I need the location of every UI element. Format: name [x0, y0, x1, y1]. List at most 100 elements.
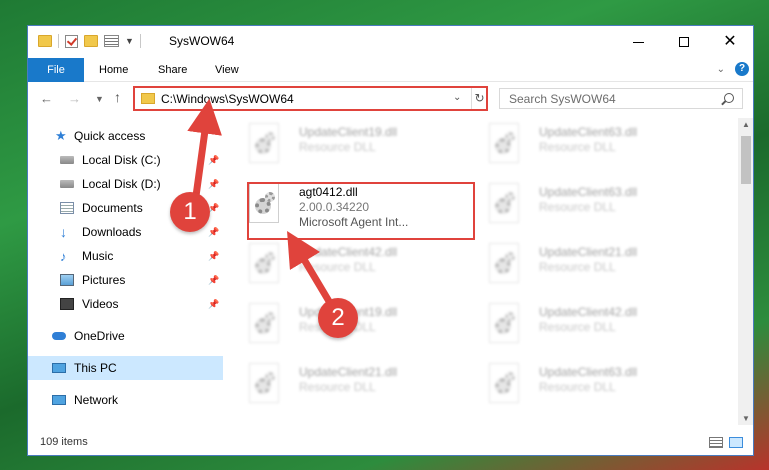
sidebar-item-label: Downloads: [82, 225, 142, 239]
file-item[interactable]: UpdateClient63.dll Resource DLL: [473, 358, 698, 410]
gear-icon: [505, 372, 515, 382]
minimize-icon: [632, 41, 644, 43]
divider: [58, 34, 59, 48]
pin-icon[interactable]: 📌: [208, 275, 219, 286]
address-bar[interactable]: C:\Windows\SysWOW64 ⌄ ↻: [133, 86, 488, 111]
gear-icon: [265, 132, 275, 142]
explorer-window: ▼ SysWOW64 ✕ File Home Share View ⌄ ? ← …: [27, 25, 754, 456]
navigation-pane: ★ Quick access Local Disk (C:) 📌 Local D…: [28, 118, 223, 428]
ribbon-right: ⌄ ?: [717, 62, 749, 76]
disk-icon: [60, 156, 74, 164]
file-name: UpdateClient21.dll: [299, 365, 398, 379]
file-item[interactable]: UpdateClient21.dll Resource DLL: [233, 358, 458, 410]
file-item[interactable]: UpdateClient19.dll Resource DLL: [233, 118, 458, 170]
tab-share[interactable]: Share: [158, 58, 187, 82]
file-name: UpdateClient21.dll: [539, 245, 638, 259]
sidebar-item-label: Local Disk (D:): [82, 177, 161, 191]
gear-icon: [265, 312, 275, 322]
file-type: Resource DLL: [299, 260, 376, 274]
dll-file-icon: [489, 183, 519, 223]
properties-icon[interactable]: [104, 35, 119, 47]
forward-arrow-icon[interactable]: →: [68, 91, 81, 106]
window-controls: ✕: [615, 26, 753, 58]
sidebar-item-label: Videos: [82, 297, 119, 311]
tiles-view-icon[interactable]: [729, 437, 743, 448]
quick-access-toolbar: ▼: [38, 34, 141, 48]
annotation-callout-1: 1: [170, 192, 210, 232]
pin-icon[interactable]: 📌: [208, 179, 219, 190]
file-type: Resource DLL: [539, 380, 616, 394]
tab-home[interactable]: Home: [99, 58, 128, 82]
search-input[interactable]: Search SysWOW64: [499, 88, 743, 109]
expand-ribbon-chevron-icon[interactable]: ⌄: [717, 64, 725, 75]
pin-icon[interactable]: 📌: [208, 299, 219, 310]
download-icon: ↓: [60, 224, 67, 240]
gear-icon: [505, 252, 515, 262]
scroll-down-icon[interactable]: ▼: [742, 414, 750, 423]
refresh-icon[interactable]: ↻: [471, 88, 487, 109]
file-item[interactable]: UpdateClient42.dll Resource DLL: [473, 298, 698, 350]
sidebar-item-pictures[interactable]: Pictures 📌: [28, 268, 223, 292]
search-placeholder: Search SysWOW64: [509, 92, 616, 106]
pin-icon[interactable]: 📌: [208, 155, 219, 166]
gear-icon: [505, 192, 515, 202]
sidebar-item-label: Local Disk (C:): [82, 153, 161, 167]
help-icon[interactable]: ?: [735, 62, 749, 76]
sidebar-item-music[interactable]: ♪ Music 📌: [28, 244, 223, 268]
sidebar-item-network[interactable]: Network: [28, 388, 223, 412]
tab-file[interactable]: File: [28, 58, 84, 82]
search-icon: [724, 93, 734, 103]
new-folder-icon[interactable]: [84, 35, 98, 47]
sidebar-item-videos[interactable]: Videos 📌: [28, 292, 223, 316]
divider: [139, 34, 141, 48]
file-item[interactable]: UpdateClient63.dll Resource DLL: [473, 178, 698, 230]
sidebar-item-label: Network: [74, 393, 119, 407]
maximize-button[interactable]: [661, 26, 707, 58]
gear-icon: [505, 312, 515, 322]
documents-icon: [60, 202, 74, 214]
details-view-icon[interactable]: [709, 437, 723, 448]
file-name: UpdateClient63.dll: [539, 365, 638, 379]
file-type: Resource DLL: [299, 380, 376, 394]
annotation-callout-2: 2: [318, 298, 358, 338]
minimize-button[interactable]: [615, 26, 661, 58]
scroll-up-icon[interactable]: ▲: [742, 120, 750, 129]
network-icon: [52, 395, 66, 405]
music-icon: ♪: [60, 248, 67, 264]
sidebar-item-label: This PC: [74, 361, 117, 375]
customize-toolbar-chevron-icon[interactable]: ▼: [125, 36, 134, 46]
up-arrow-icon[interactable]: ↑: [114, 89, 121, 105]
pictures-icon: [60, 274, 74, 286]
recent-locations-chevron-icon[interactable]: ▼: [95, 94, 104, 104]
dll-file-icon: [249, 363, 279, 403]
dll-file-icon: [489, 363, 519, 403]
star-icon: ★: [55, 128, 67, 143]
file-type: Resource DLL: [539, 200, 616, 214]
file-item[interactable]: UpdateClient42.dll Resource DLL: [233, 238, 458, 290]
folder-icon: [141, 93, 155, 104]
navigation-bar: ← → ▼ ↑ C:\Windows\SysWOW64 ⌄ ↻ Search S…: [28, 83, 753, 115]
vertical-scrollbar[interactable]: ▲ ▼: [738, 118, 753, 425]
file-type: Resource DLL: [539, 320, 616, 334]
sidebar-item-this-pc[interactable]: This PC: [28, 356, 223, 380]
close-button[interactable]: ✕: [707, 26, 753, 58]
sidebar-item-onedrive[interactable]: OneDrive: [28, 324, 223, 348]
file-list: UpdateClient19.dll Resource DLL agt0412.…: [233, 118, 738, 423]
gear-icon: [265, 252, 275, 262]
address-path[interactable]: C:\Windows\SysWOW64: [161, 92, 294, 106]
file-item[interactable]: UpdateClient21.dll Resource DLL: [473, 238, 698, 290]
back-arrow-icon[interactable]: ←: [40, 91, 53, 106]
properties-check-icon[interactable]: [65, 34, 78, 48]
sidebar-item-quick-access[interactable]: ★ Quick access: [28, 124, 223, 148]
tab-view[interactable]: View: [215, 58, 239, 82]
pin-icon[interactable]: 📌: [208, 227, 219, 238]
sidebar-item-local-disk-c[interactable]: Local Disk (C:) 📌: [28, 148, 223, 172]
sidebar-item-label: Documents: [82, 201, 143, 215]
file-name: UpdateClient63.dll: [539, 125, 638, 139]
scrollbar-thumb[interactable]: [741, 136, 751, 184]
dll-file-icon: [249, 123, 279, 163]
file-item[interactable]: UpdateClient63.dll Resource DLL: [473, 118, 698, 170]
sidebar-item-label: Quick access: [74, 129, 146, 143]
pin-icon[interactable]: 📌: [208, 251, 219, 262]
address-history-chevron-icon[interactable]: ⌄: [453, 92, 461, 103]
